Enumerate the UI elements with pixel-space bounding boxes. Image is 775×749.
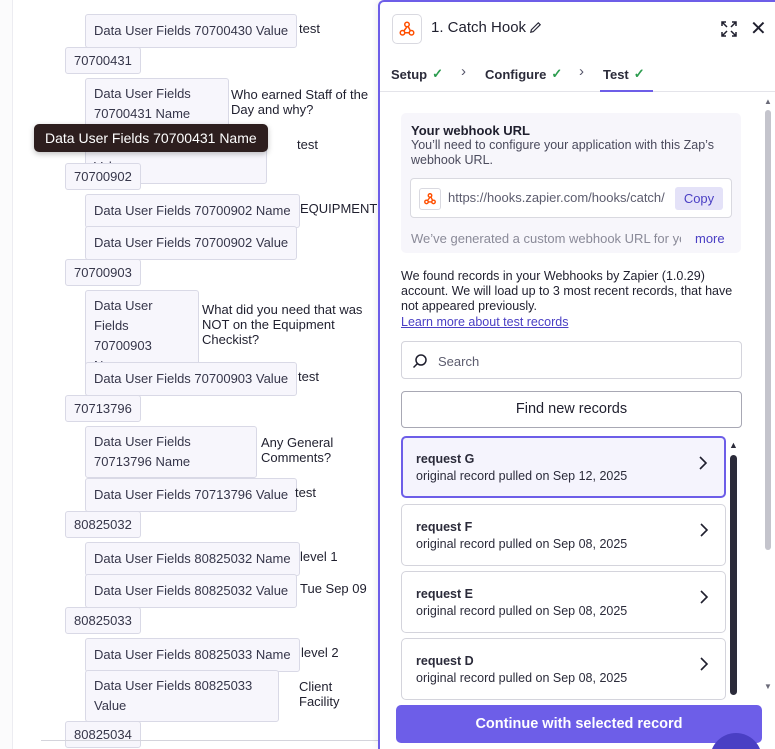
learn-more-link[interactable]: Learn more about test records <box>401 315 568 329</box>
field-value: level 1 <box>300 549 338 564</box>
close-icon[interactable]: ✕ <box>750 19 767 39</box>
field-label[interactable]: Data User Fields 80825032 Value <box>85 574 298 608</box>
field-label[interactable]: Data User Fields 70713796 Value <box>85 478 298 512</box>
copy-button[interactable]: Copy <box>675 187 723 210</box>
record-subtitle: original record pulled on Sep 08, 2025 <box>416 604 628 618</box>
field-label[interactable]: Data User Fields 80825032 Name <box>85 542 300 576</box>
record-subtitle: original record pulled on Sep 08, 2025 <box>416 671 628 685</box>
check-icon: ✓ <box>633 66 645 81</box>
tooltip: Data User Fields 70700431 Name <box>34 124 268 152</box>
webhook-url-text[interactable]: https://hooks.zapier.com/hooks/catch/ <box>448 190 668 205</box>
tab-label: Test <box>603 66 629 82</box>
field-label[interactable]: Data User Fields 70713796 Name <box>85 426 257 478</box>
field-value: test <box>299 21 320 36</box>
field-value: level 2 <box>301 645 339 660</box>
active-tab-indicator <box>600 90 653 92</box>
record-title: request G <box>416 452 475 466</box>
tab-test[interactable]: Test ✓ <box>603 66 645 82</box>
chevron-right-icon <box>700 590 709 604</box>
field-value: test <box>297 137 318 152</box>
panel-scrollbar-thumb[interactable] <box>765 110 771 550</box>
record-item[interactable]: request E original record pulled on Sep … <box>401 571 726 633</box>
field-value: Any General Comments? <box>261 435 334 465</box>
check-icon: ✓ <box>432 66 444 81</box>
webhook-icon <box>419 188 441 210</box>
tab-configure[interactable]: Configure ✓ <box>485 66 562 82</box>
webhooks-app-icon <box>392 14 422 44</box>
records-scroll-up-arrow[interactable]: ▲ <box>729 440 738 450</box>
pencil-icon[interactable] <box>528 20 543 35</box>
expand-icon[interactable] <box>721 21 737 37</box>
horizontal-scrollbar[interactable] <box>41 740 385 741</box>
field-group-key[interactable]: 70700431 <box>65 47 141 74</box>
more-link[interactable]: more <box>695 231 725 246</box>
field-label[interactable]: Data User Fields 70700903 Value <box>85 362 298 396</box>
field-label[interactable]: Data User Fields 70700430 Value <box>85 14 298 48</box>
scroll-down-arrow[interactable]: ▼ <box>764 682 772 691</box>
record-item[interactable]: request D original record pulled on Sep … <box>401 638 726 700</box>
check-icon: ✓ <box>551 66 563 81</box>
field-label[interactable]: Data User Fields 80825033 Value <box>85 670 279 722</box>
tab-label: Configure <box>485 66 547 82</box>
webhook-url-title: Your webhook URL <box>411 123 530 138</box>
record-title: request E <box>416 587 473 601</box>
webhook-icon <box>399 21 415 36</box>
field-group-key[interactable]: 80825033 <box>65 607 141 634</box>
field-value: test <box>295 485 316 500</box>
continue-button[interactable]: Continue with selected record <box>396 705 762 743</box>
step-title[interactable]: 1. Catch Hook <box>431 19 526 36</box>
left-pane: Data User Fields 70700430 Value test 707… <box>0 0 391 749</box>
field-group-key[interactable]: 80825034 <box>65 721 141 748</box>
field-label[interactable]: Data User Fields 70700902 Name <box>85 194 300 228</box>
find-new-records-button[interactable]: Find new records <box>401 391 742 428</box>
search-input[interactable] <box>438 351 728 371</box>
field-label[interactable]: Data User Fields 70700431 Name <box>85 78 229 130</box>
search-box[interactable] <box>401 341 742 379</box>
webhook-url-description: You’ll need to configure your applicatio… <box>411 138 714 167</box>
field-label[interactable]: Data User Fields 80825033 Name <box>85 638 300 672</box>
field-group-key[interactable]: 70713796 <box>65 395 141 422</box>
chevron-right-icon: › <box>579 63 584 80</box>
record-title: request F <box>416 520 473 534</box>
field-group-key[interactable]: 70700903 <box>65 259 141 286</box>
field-value: Tue Sep 09 <box>300 581 367 596</box>
records-found-text: We found records in your Webhooks by Zap… <box>401 269 733 313</box>
step-tabs: Setup ✓ › Configure ✓ › Test ✓ <box>380 60 775 92</box>
scroll-up-arrow[interactable]: ▲ <box>764 97 772 106</box>
chevron-right-icon: › <box>461 63 466 80</box>
chevron-right-icon <box>700 657 709 671</box>
tab-setup[interactable]: Setup ✓ <box>391 66 443 82</box>
record-title: request D <box>416 654 474 668</box>
webhook-generated-text: We’ve generated a custom webhook URL for… <box>411 231 681 246</box>
record-subtitle: original record pulled on Sep 12, 2025 <box>416 469 628 483</box>
step-panel: 1. Catch Hook ✕ Setup ✓ › Configure ✓ › … <box>378 0 775 749</box>
field-value: Client Facility <box>299 679 340 709</box>
field-value: test <box>298 369 319 384</box>
record-item[interactable]: request G original record pulled on Sep … <box>401 436 726 498</box>
field-value: Who earned Staff of the Day and why? <box>231 87 369 117</box>
webhook-url-card: Your webhook URL You’ll need to configur… <box>401 113 741 253</box>
records-scrollbar-thumb[interactable] <box>730 455 737 695</box>
field-value: EQUIPMENT <box>300 201 378 216</box>
field-group-key[interactable]: 80825032 <box>65 511 141 538</box>
field-group-key[interactable]: 70700902 <box>65 163 141 190</box>
record-item[interactable]: request F original record pulled on Sep … <box>401 504 726 566</box>
search-icon <box>412 354 427 369</box>
chevron-right-icon <box>700 523 709 537</box>
chevron-right-icon <box>699 456 708 470</box>
record-subtitle: original record pulled on Sep 08, 2025 <box>416 537 628 551</box>
webhook-url-field[interactable]: https://hooks.zapier.com/hooks/catch/ Co… <box>410 178 732 218</box>
data-tree: Data User Fields 70700430 Value test 707… <box>12 0 391 749</box>
field-label[interactable]: Data User Fields 70700902 Value <box>85 226 298 260</box>
tab-label: Setup <box>391 66 428 82</box>
field-value: What did you need that was NOT on the Eq… <box>202 302 363 347</box>
